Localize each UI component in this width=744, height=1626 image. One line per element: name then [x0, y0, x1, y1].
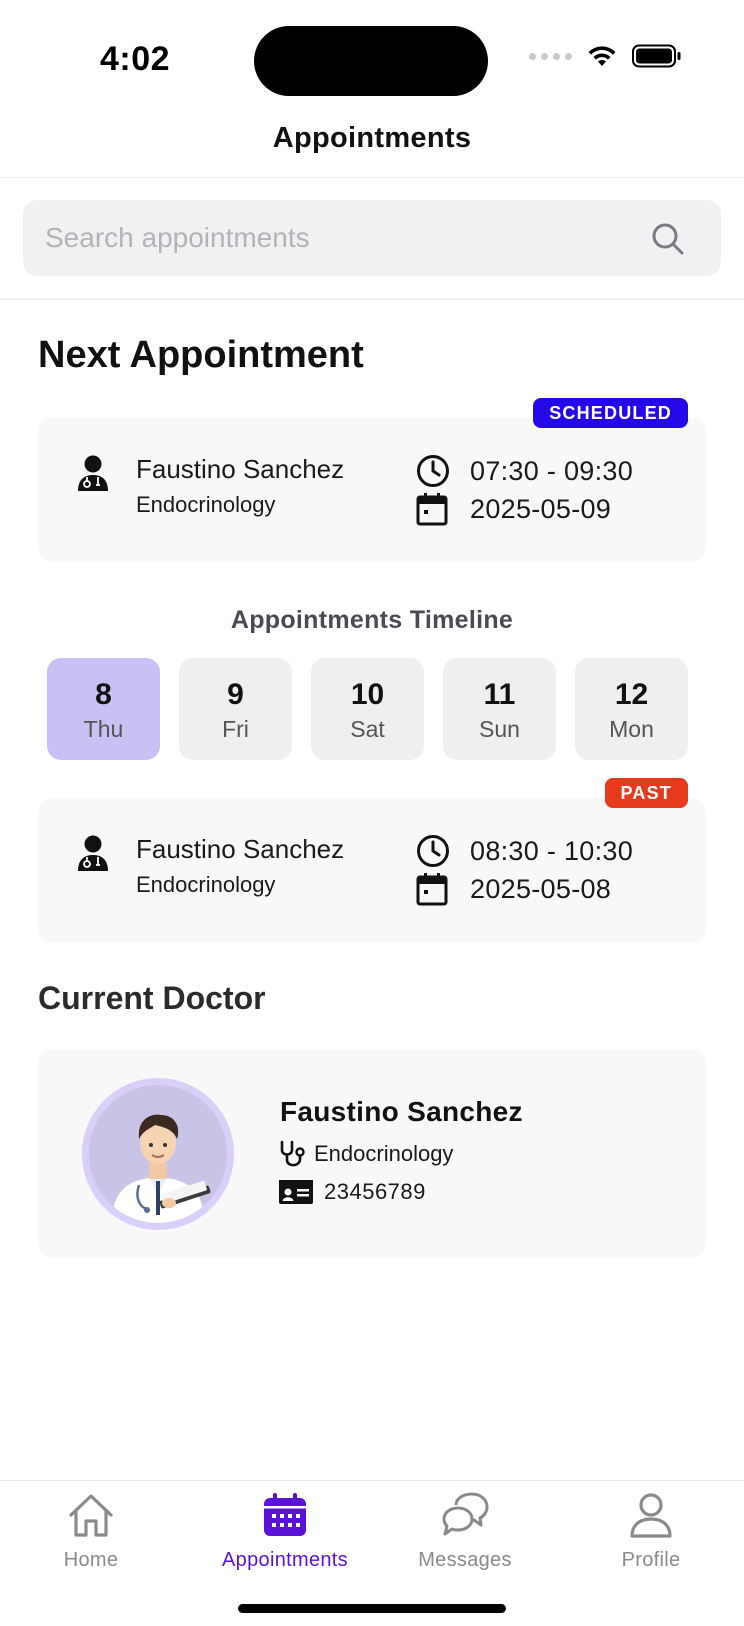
doctor-illustration — [89, 1085, 227, 1223]
day-number: 12 — [614, 678, 649, 711]
tab-profile[interactable]: Profile — [566, 1491, 736, 1572]
day-chip-fri[interactable]: 9 Fri — [179, 658, 292, 760]
current-doctor-heading: Current Doctor — [38, 980, 266, 1016]
tab-messages[interactable]: Messages — [380, 1491, 550, 1572]
doctor-avatar — [82, 1078, 234, 1230]
day-number: 11 — [483, 678, 516, 711]
page-title: Appointments — [272, 122, 472, 154]
status-time: 4:02 — [100, 40, 171, 78]
battery-icon — [632, 44, 681, 68]
day-name: Sun — [479, 716, 520, 742]
next-appointment-heading: Next Appointment — [38, 334, 364, 376]
appointment-date: 2025-05-08 — [470, 874, 612, 904]
day-chip-mon[interactable]: 12 Mon — [575, 658, 688, 760]
clock-icon — [417, 835, 449, 867]
doctor-name: Faustino Sanchez — [136, 834, 345, 864]
day-number: 8 — [95, 678, 112, 711]
appointment-time: 07:30 - 09:30 — [470, 456, 634, 486]
day-name: Mon — [609, 716, 654, 742]
day-name: Fri — [222, 716, 249, 742]
search-input[interactable] — [45, 200, 645, 276]
status-bar: 4:02 — [0, 0, 744, 110]
search-icon[interactable] — [651, 222, 685, 256]
next-appointment-card[interactable]: SCHEDULED Faustino Sanchez Endocrinology… — [38, 398, 706, 562]
stethoscope-icon — [280, 1140, 305, 1167]
day-number: 10 — [350, 678, 385, 711]
home-icon — [69, 1494, 113, 1537]
appointment-date: 2025-05-09 — [470, 494, 612, 524]
doctor-icon — [78, 455, 108, 491]
current-doctor-name: Faustino Sanchez — [280, 1096, 523, 1127]
day-name: Sat — [350, 716, 385, 742]
day-chip-sun[interactable]: 11 Sun — [443, 658, 556, 760]
calendar-icon — [416, 493, 448, 526]
tab-appointments[interactable]: Appointments — [200, 1491, 370, 1572]
doctor-name: Faustino Sanchez — [136, 454, 345, 484]
status-badge-past: PAST — [604, 778, 688, 808]
chat-bubbles-icon — [442, 1492, 489, 1536]
tab-label: Home — [63, 1549, 119, 1571]
home-indicator[interactable] — [238, 1604, 506, 1613]
calendar-icon — [416, 873, 448, 906]
wifi-icon — [588, 46, 616, 66]
tab-label: Messages — [418, 1549, 512, 1571]
search-bar[interactable] — [23, 200, 721, 276]
tab-home[interactable]: Home — [6, 1491, 176, 1572]
day-chip-thu[interactable]: 8 Thu — [47, 658, 160, 760]
current-doctor-card[interactable]: Faustino Sanchez Endocrinology 23456789 — [38, 1050, 706, 1258]
calendar-icon — [264, 1493, 306, 1536]
dynamic-island — [254, 26, 488, 96]
status-badge-scheduled: SCHEDULED — [533, 398, 688, 428]
appointment-time: 08:30 - 10:30 — [470, 836, 634, 866]
day-chip-sat[interactable]: 10 Sat — [311, 658, 424, 760]
person-icon — [630, 1493, 672, 1538]
cellular-signal-icon — [529, 52, 572, 60]
doctor-specialty: Endocrinology — [136, 492, 276, 517]
tab-label: Profile — [621, 1549, 681, 1571]
current-doctor-specialty: Endocrinology — [314, 1141, 454, 1166]
clock-icon — [417, 455, 449, 487]
id-card-icon — [279, 1180, 313, 1204]
doctor-icon — [78, 835, 108, 871]
nav-header: Appointments — [0, 110, 744, 178]
search-section — [0, 178, 744, 300]
timeline-days: 8 Thu 9 Fri 10 Sat 11 Sun 12 Mon — [47, 658, 697, 760]
current-doctor-id: 23456789 — [324, 1179, 426, 1204]
day-name: Thu — [83, 716, 124, 742]
timeline-title: Appointments Timeline — [230, 606, 514, 634]
timeline-appointment-card[interactable]: PAST Faustino Sanchez Endocrinology 08:3… — [38, 778, 706, 942]
tab-label: Appointments — [222, 1549, 348, 1571]
doctor-specialty: Endocrinology — [136, 872, 276, 897]
status-icons — [529, 44, 682, 68]
day-number: 9 — [227, 678, 244, 711]
